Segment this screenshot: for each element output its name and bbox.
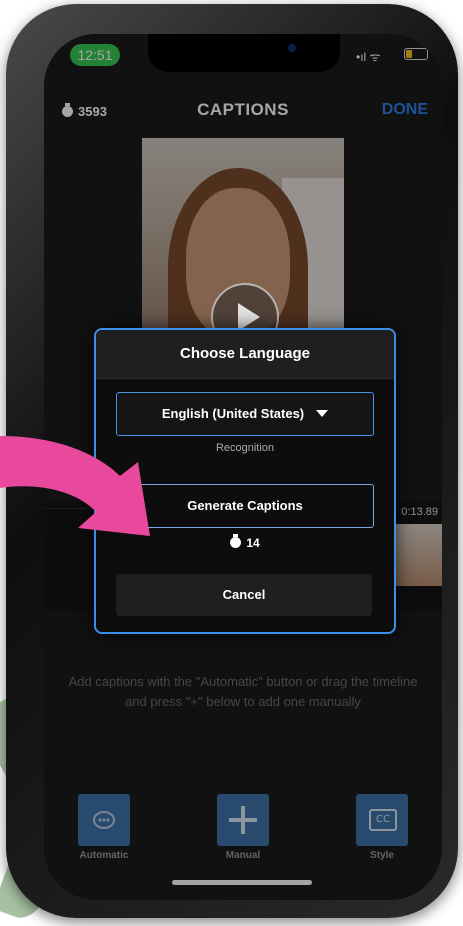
language-select-value: English (United States) bbox=[161, 406, 305, 421]
dialog-title: Choose Language bbox=[96, 330, 394, 379]
cancel-button[interactable]: Cancel bbox=[116, 574, 372, 616]
stopwatch-icon bbox=[230, 534, 242, 548]
pink-arrow-icon bbox=[0, 436, 150, 536]
generate-cost-value: 14 bbox=[246, 536, 260, 550]
caret-down-icon bbox=[316, 410, 329, 417]
